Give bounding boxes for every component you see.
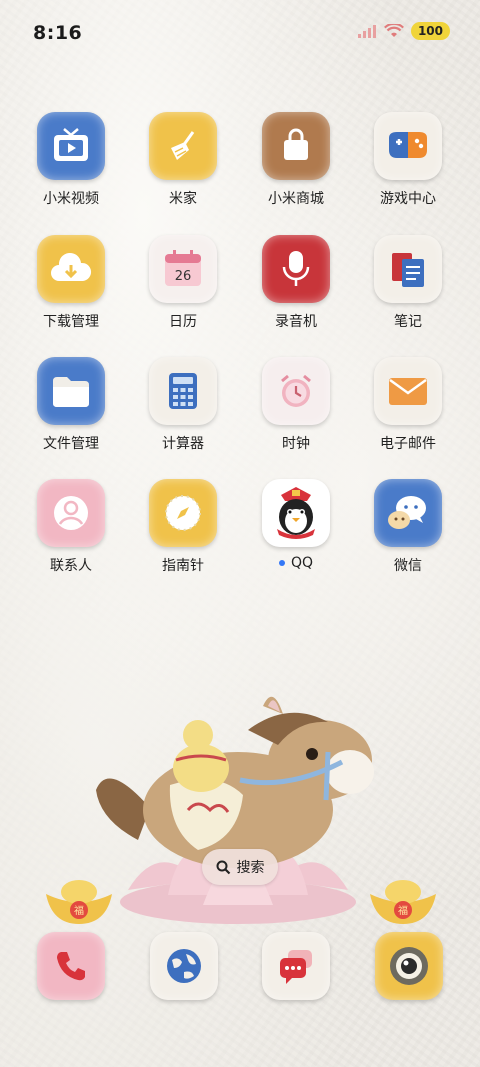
- broom-icon: [149, 112, 217, 180]
- app-label: 笔记: [394, 314, 422, 330]
- app-label: 电子邮件: [380, 436, 436, 452]
- gold-ingot-left-decoration: 福: [46, 880, 112, 924]
- app-clock[interactable]: 时钟: [240, 357, 352, 467]
- app-label: 计算器: [162, 436, 204, 452]
- microphone-icon: [262, 235, 330, 303]
- app-wechat[interactable]: 微信: [352, 479, 464, 589]
- app-xiaomi-mall[interactable]: 小米商城: [240, 112, 352, 222]
- app-label: 小米视频: [43, 191, 99, 207]
- browser-globe-icon: [167, 949, 201, 983]
- app-label: 录音机: [275, 314, 317, 330]
- plush-horse-wallpaper-illustration: [96, 696, 374, 924]
- alarm-clock-icon: [262, 357, 330, 425]
- phone-icon: [57, 952, 85, 981]
- dock-browser-button[interactable]: [150, 932, 218, 1000]
- wechat-icon: [374, 479, 442, 547]
- app-label: 时钟: [282, 436, 310, 452]
- app-compass[interactable]: 指南针: [127, 479, 239, 589]
- app-label: 下载管理: [43, 314, 99, 330]
- app-contacts[interactable]: 联系人: [15, 479, 127, 589]
- app-label: 米家: [169, 191, 197, 207]
- wifi-icon: [383, 23, 404, 37]
- search-button[interactable]: 搜索: [202, 849, 278, 885]
- cellular-signal-icon: [357, 25, 376, 38]
- app-notes[interactable]: 笔记: [352, 235, 464, 345]
- app-label: 文件管理: [43, 436, 99, 452]
- calendar-day: 26: [175, 269, 192, 284]
- search-icon: [216, 860, 230, 874]
- svg-text:福: 福: [398, 904, 408, 917]
- gold-ingot-right-decoration: 福: [370, 880, 436, 924]
- gamepad-icon: [374, 112, 442, 180]
- app-label: QQ: [240, 555, 352, 571]
- dock-phone-button[interactable]: [37, 932, 105, 1000]
- app-recorder[interactable]: 录音机: [240, 235, 352, 345]
- camera-icon: [390, 947, 428, 985]
- dock-camera-button[interactable]: [375, 932, 443, 1000]
- app-label: 日历: [169, 314, 197, 330]
- app-label: 指南针: [162, 558, 204, 574]
- battery-indicator: 100: [410, 22, 450, 40]
- app-email[interactable]: 电子邮件: [352, 357, 464, 467]
- shopping-bag-icon: [262, 112, 330, 180]
- app-calendar[interactable]: 26 日历: [127, 235, 239, 345]
- dock: [0, 932, 480, 1002]
- envelope-icon: [374, 357, 442, 425]
- app-file-manager[interactable]: 文件管理: [15, 357, 127, 467]
- app-download-manager[interactable]: 下载管理: [15, 235, 127, 345]
- status-time: 8:16: [33, 22, 83, 44]
- app-qq[interactable]: QQ: [240, 479, 352, 589]
- app-calculator[interactable]: 计算器: [127, 357, 239, 467]
- tv-icon: [37, 112, 105, 180]
- calendar-icon: 26: [149, 235, 217, 303]
- status-bar: 8:16 100: [0, 0, 480, 66]
- app-label: 微信: [394, 558, 422, 574]
- compass-icon: [149, 479, 217, 547]
- status-icons: 100: [357, 22, 450, 40]
- app-label: 游戏中心: [380, 191, 436, 207]
- new-update-dot: [278, 560, 285, 566]
- svg-text:福: 福: [74, 904, 84, 917]
- app-label: 联系人: [50, 558, 92, 574]
- app-label: 小米商城: [268, 191, 324, 207]
- app-mijia[interactable]: 米家: [127, 112, 239, 222]
- qq-penguin-icon: [262, 479, 330, 547]
- notebook-icon: [374, 235, 442, 303]
- download-cloud-icon: [37, 235, 105, 303]
- app-xiaomi-video[interactable]: 小米视频: [15, 112, 127, 222]
- messages-icon: [280, 950, 312, 984]
- calculator-icon: [149, 357, 217, 425]
- app-game-center[interactable]: 游戏中心: [352, 112, 464, 222]
- contact-icon: [37, 479, 105, 547]
- folder-icon: [37, 357, 105, 425]
- dock-messages-button[interactable]: [262, 932, 330, 1000]
- search-label: 搜索: [236, 860, 265, 876]
